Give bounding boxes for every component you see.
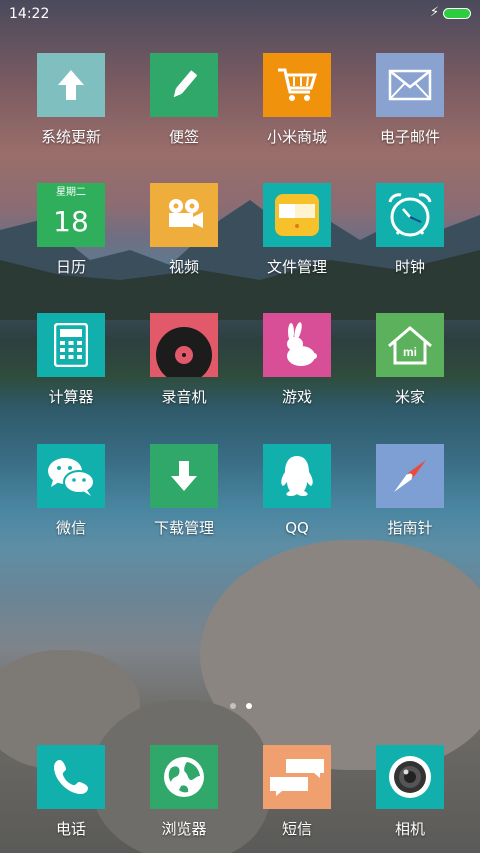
mi-store-tile[interactable] — [263, 53, 331, 117]
app-system-update[interactable]: 系统更新 — [16, 53, 126, 147]
mi-home-tile[interactable]: mi — [376, 313, 444, 377]
app-label: 文件管理 — [266, 258, 327, 276]
app-label: 计算器 — [48, 388, 94, 406]
app-mi-store[interactable]: 小米商城 — [242, 53, 352, 147]
app-label: 录音机 — [161, 388, 207, 406]
arrow-down-icon — [171, 461, 197, 491]
battery-icon — [443, 8, 471, 19]
app-label: 指南针 — [387, 519, 433, 537]
page-dot-active[interactable] — [246, 703, 252, 709]
clock-tile[interactable] — [376, 183, 444, 247]
app-label: 米家 — [394, 388, 425, 406]
compass-icon — [394, 460, 426, 492]
app-email[interactable]: 电子邮件 — [355, 53, 465, 147]
dock-messages[interactable]: 短信 — [242, 745, 352, 839]
camera-tile[interactable] — [376, 745, 444, 809]
system-update-tile[interactable] — [37, 53, 105, 117]
message-bubbles-icon — [270, 759, 324, 796]
status-bar: 14:22 ⚡ — [0, 0, 480, 28]
calendar-day: 18 — [53, 205, 89, 238]
calculator-icon — [54, 323, 88, 367]
app-label: 时钟 — [394, 258, 425, 276]
app-download-manager[interactable]: 下载管理 — [129, 444, 239, 538]
app-calculator[interactable]: 计算器 — [16, 313, 126, 407]
video-tile[interactable] — [150, 183, 218, 247]
app-games[interactable]: 游戏 — [242, 313, 352, 407]
app-notes[interactable]: 便签 — [129, 53, 239, 147]
download-manager-tile[interactable] — [150, 444, 218, 508]
phone-tile[interactable] — [37, 745, 105, 809]
vinyl-record-icon — [156, 327, 212, 377]
email-tile[interactable] — [376, 53, 444, 117]
app-label: 短信 — [281, 820, 312, 838]
app-label: 系统更新 — [40, 128, 101, 146]
penguin-icon — [281, 456, 313, 496]
browser-tile[interactable] — [150, 745, 218, 809]
dock-phone[interactable]: 电话 — [16, 745, 126, 839]
app-label: 电子邮件 — [379, 128, 440, 146]
qq-tile[interactable] — [263, 444, 331, 508]
app-label: 电话 — [55, 820, 86, 838]
app-label: 浏览器 — [161, 820, 207, 838]
app-label: 日历 — [55, 258, 86, 276]
video-camera-icon — [169, 199, 203, 228]
arrow-up-icon — [58, 70, 84, 100]
shopping-cart-icon — [278, 68, 318, 101]
status-time: 14:22 — [9, 6, 50, 22]
app-label: 便签 — [168, 128, 199, 146]
app-label: 视频 — [168, 258, 199, 276]
calendar-tile[interactable]: 星期二 18 — [37, 183, 105, 247]
file-manager-tile[interactable] — [263, 183, 331, 247]
app-recorder[interactable]: 录音机 — [129, 313, 239, 407]
rabbit-icon — [287, 322, 317, 366]
app-wechat[interactable]: 微信 — [16, 444, 126, 538]
calendar-weekday: 星期二 — [56, 187, 86, 198]
envelope-icon — [388, 69, 432, 101]
folder-icon — [275, 194, 319, 236]
compass-tile[interactable] — [376, 444, 444, 508]
recorder-tile[interactable] — [150, 313, 218, 377]
app-calendar[interactable]: 星期二 18 日历 — [16, 183, 126, 277]
charging-icon: ⚡ — [430, 5, 440, 20]
app-label: 游戏 — [281, 388, 312, 406]
house-icon: mi — [388, 326, 432, 365]
camera-lens-icon — [389, 756, 431, 798]
games-tile[interactable] — [263, 313, 331, 377]
app-mi-home[interactable]: mi 米家 — [355, 313, 465, 407]
app-qq[interactable]: QQ — [242, 444, 352, 538]
page-dot[interactable] — [230, 703, 236, 709]
app-video[interactable]: 视频 — [129, 183, 239, 277]
app-compass[interactable]: 指南针 — [355, 444, 465, 538]
messages-tile[interactable] — [263, 745, 331, 809]
app-label: QQ — [285, 519, 309, 537]
page-indicator[interactable] — [230, 703, 252, 709]
pencil-icon — [173, 70, 197, 98]
phone-icon — [54, 760, 88, 794]
app-label: 微信 — [55, 519, 86, 537]
globe-icon — [164, 757, 204, 797]
dock-browser[interactable]: 浏览器 — [129, 745, 239, 839]
app-file-manager[interactable]: 文件管理 — [242, 183, 352, 277]
calculator-tile[interactable] — [37, 313, 105, 377]
notes-tile[interactable] — [150, 53, 218, 117]
app-clock[interactable]: 时钟 — [355, 183, 465, 277]
wechat-tile[interactable] — [37, 444, 105, 508]
app-label: 小米商城 — [266, 128, 327, 146]
wechat-icon — [48, 458, 95, 496]
dock-camera[interactable]: 相机 — [355, 745, 465, 839]
app-label: 相机 — [394, 820, 425, 838]
app-label: 下载管理 — [153, 519, 214, 537]
svg-text:mi: mi — [403, 345, 417, 359]
alarm-clock-icon — [388, 193, 432, 237]
